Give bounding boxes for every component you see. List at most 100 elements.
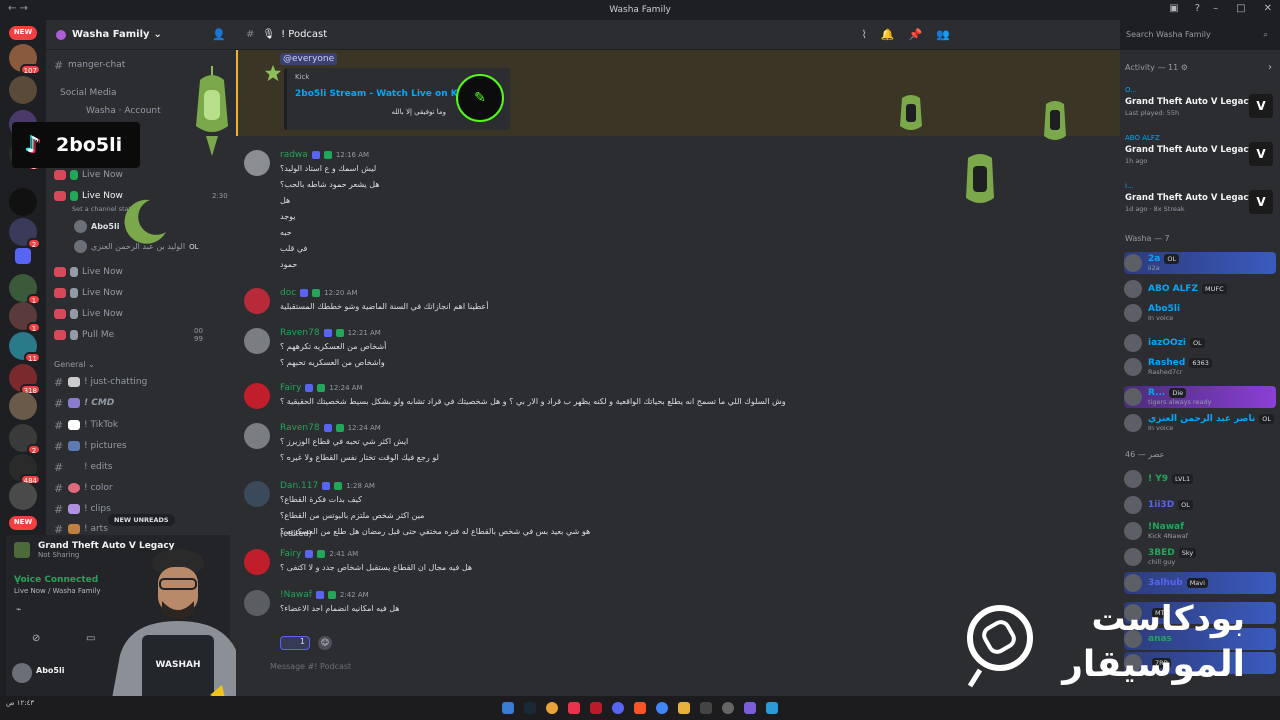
threads-icon[interactable]: ⌇: [862, 28, 867, 41]
channel-item[interactable]: # manger-chat: [54, 56, 125, 74]
author-name[interactable]: doc: [280, 288, 296, 298]
activity-card[interactable]: i... Grand Theft Auto V Legacy 1d ago · 8x…: [1125, 182, 1275, 228]
member-item[interactable]: !Nawaf Kick 4Nawaf: [1124, 520, 1276, 542]
members-icon[interactable]: 👥: [936, 28, 950, 41]
member-item[interactable]: R... Die tigers always ready: [1124, 386, 1276, 408]
voice-user[interactable]: Abo5li: [74, 220, 119, 233]
server-icon[interactable]: [9, 188, 37, 216]
server-icon[interactable]: 318: [9, 364, 41, 395]
chevron-right-icon[interactable]: ›: [1268, 62, 1272, 73]
discord-icon[interactable]: [612, 702, 624, 714]
avatar[interactable]: [244, 423, 270, 449]
member-item[interactable]: ناصر عبد الرحمن العنزي OL In voice: [1124, 412, 1276, 434]
add-reaction-icon[interactable]: ☺: [318, 636, 332, 650]
voice-channel[interactable]: Live Now: [54, 284, 123, 302]
app-icon[interactable]: [700, 702, 712, 714]
history-nav[interactable]: ← →: [8, 3, 28, 14]
author-name[interactable]: radwa: [280, 150, 308, 160]
message-input[interactable]: Message #! Podcast: [270, 662, 351, 671]
maximize-button[interactable]: □: [1236, 3, 1245, 14]
bell-icon[interactable]: 🔔: [881, 28, 895, 41]
channel-item[interactable]: #! just-chatting: [54, 373, 147, 391]
server-icon[interactable]: [9, 392, 37, 420]
voice-channel[interactable]: Live Now: [54, 166, 123, 184]
inbox-icon[interactable]: ▣: [1169, 3, 1178, 14]
embed-title[interactable]: 2bo5li Stream - Watch Live on Kick: [295, 89, 472, 99]
server-icon[interactable]: [9, 482, 37, 510]
app-icon[interactable]: [590, 702, 602, 714]
member-item[interactable]: Rashed 6363 Rashed7cr: [1124, 356, 1276, 378]
app-icon[interactable]: [744, 702, 756, 714]
reaction-button[interactable]: 1: [280, 636, 310, 650]
activity-card[interactable]: ABO ALFZ Grand Theft Auto V Legacy 1h ago V: [1125, 134, 1275, 180]
camera-off-icon[interactable]: ⊘: [32, 633, 40, 644]
channel-item[interactable]: #! edits: [54, 458, 112, 476]
author-name[interactable]: Raven78: [280, 423, 320, 433]
member-item[interactable]: ! Y9 LVL1: [1124, 468, 1276, 490]
steam-icon[interactable]: [524, 702, 536, 714]
category-general[interactable]: General ⌄: [54, 360, 95, 369]
channel-item[interactable]: #! TikTok: [54, 416, 118, 434]
avatar[interactable]: [244, 481, 270, 507]
everyone-mention[interactable]: @everyone: [280, 53, 338, 65]
author-name[interactable]: Fairy: [280, 549, 301, 559]
server-icon[interactable]: 11: [9, 332, 41, 363]
pin-icon[interactable]: 📌: [909, 28, 923, 41]
search-input[interactable]: Search Washa Family ⌕: [1120, 26, 1274, 44]
server-icon[interactable]: 484: [9, 454, 41, 485]
app-icon[interactable]: [766, 702, 778, 714]
member-item[interactable]: iazOOzi OL: [1124, 332, 1276, 354]
guild-header[interactable]: Washa Family ⌄ 👤: [46, 20, 236, 50]
folder-icon[interactable]: [15, 248, 31, 264]
author-name[interactable]: Raven78: [280, 328, 320, 338]
avatar[interactable]: [244, 590, 270, 616]
embed-thumbnail[interactable]: ✎: [456, 74, 504, 122]
adobe-icon[interactable]: [568, 702, 580, 714]
server-icon[interactable]: 2: [9, 424, 41, 455]
folder-icon[interactable]: [678, 702, 690, 714]
author-name[interactable]: !Nawaf: [280, 590, 312, 600]
channel-item[interactable]: Social Media: [60, 84, 117, 102]
minimize-button[interactable]: –: [1213, 3, 1218, 14]
activity-card[interactable]: O... Grand Theft Auto V Legacy Last played…: [1125, 86, 1275, 132]
noise-icon[interactable]: ⌁: [16, 605, 21, 615]
member-item[interactable]: 3BED Sky chill guy: [1124, 546, 1276, 568]
author-name[interactable]: Fairy: [280, 383, 301, 393]
channel-item[interactable]: #! color: [54, 479, 113, 497]
avatar[interactable]: [244, 288, 270, 314]
server-icon[interactable]: 1: [9, 274, 41, 305]
server-icon[interactable]: 2: [9, 218, 41, 249]
avatar[interactable]: [244, 328, 270, 354]
embed-provider[interactable]: Kick: [295, 73, 309, 81]
author-name[interactable]: Dan.117: [280, 481, 318, 491]
brave-icon[interactable]: [634, 702, 646, 714]
avatar[interactable]: [244, 150, 270, 176]
avatar[interactable]: [244, 549, 270, 575]
help-icon[interactable]: ?: [1195, 3, 1200, 14]
signal-icon[interactable]: ⟟: [16, 577, 19, 587]
avatar[interactable]: [244, 383, 270, 409]
close-button[interactable]: ✕: [1264, 3, 1272, 14]
member-item[interactable]: 1ii3D OL: [1124, 494, 1276, 516]
app-icon[interactable]: [546, 702, 558, 714]
channel-item[interactable]: #! clips: [54, 500, 111, 518]
server-icon[interactable]: [9, 76, 37, 104]
voice-channel[interactable]: Live Now: [54, 305, 123, 323]
member-item[interactable]: 2a OL ii2a: [1124, 252, 1276, 274]
app-icon[interactable]: [722, 702, 734, 714]
voice-connection[interactable]: Voice Connected Live Now / Washa Family: [14, 575, 100, 595]
server-icon[interactable]: 1: [9, 302, 41, 333]
server-icon[interactable]: 107: [9, 44, 41, 75]
member-item[interactable]: ABO ALFZ MUFC: [1124, 278, 1276, 300]
voice-channel[interactable]: Live Now: [54, 263, 123, 281]
search-icon[interactable]: [502, 702, 514, 714]
invite-icon[interactable]: 👤: [212, 28, 226, 41]
channel-item[interactable]: Washa · Account: [86, 102, 161, 120]
channel-item[interactable]: #! pictures: [54, 437, 127, 455]
gear-icon[interactable]: ⚙: [1181, 63, 1188, 72]
member-item[interactable]: Abo5li In voice: [1124, 302, 1276, 324]
channel-item[interactable]: #! CMD: [54, 394, 114, 412]
user-avatar[interactable]: [12, 663, 32, 683]
new-unreads-pill[interactable]: NEW UNREADS: [108, 514, 175, 526]
chrome-icon[interactable]: [656, 702, 668, 714]
